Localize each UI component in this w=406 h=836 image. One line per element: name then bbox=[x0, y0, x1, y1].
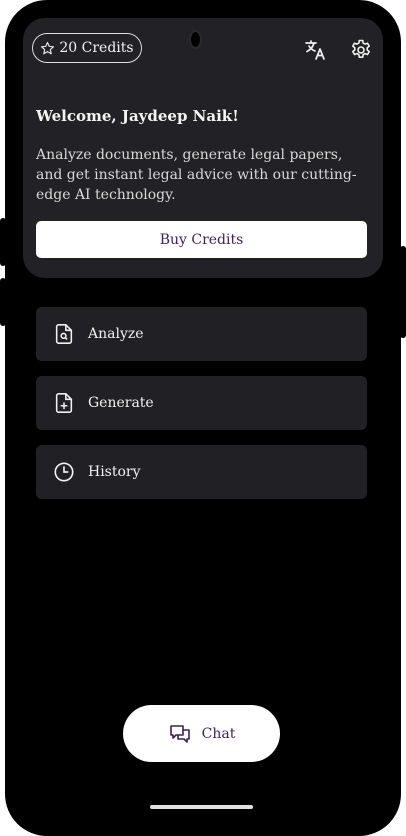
front-camera bbox=[189, 30, 202, 49]
credits-badge[interactable]: 20 Credits bbox=[32, 33, 142, 63]
menu-item-label: History bbox=[88, 464, 141, 480]
document-search-icon bbox=[55, 324, 73, 344]
welcome-heading: Welcome, Jaydeep Naik! bbox=[36, 107, 239, 125]
buy-credits-button[interactable]: Buy Credits bbox=[36, 221, 367, 258]
chat-label: Chat bbox=[201, 725, 236, 742]
home-indicator[interactable] bbox=[150, 805, 253, 809]
menu-item-label: Generate bbox=[88, 395, 154, 411]
chat-button[interactable]: Chat bbox=[123, 705, 280, 762]
phone-frame: 20 Credits Welcome, Jaydeep Naik! Analyz… bbox=[5, 0, 401, 836]
menu-item-label: Analyze bbox=[88, 326, 144, 342]
star-icon bbox=[41, 41, 55, 54]
credits-label: 20 Credits bbox=[59, 40, 134, 56]
app-screen: 20 Credits Welcome, Jaydeep Naik! Analyz… bbox=[5, 0, 401, 836]
welcome-description: Analyze documents, generate legal papers… bbox=[36, 147, 357, 203]
clock-icon bbox=[54, 462, 74, 482]
menu-item-generate[interactable]: Generate bbox=[36, 376, 367, 430]
settings-gear-icon[interactable] bbox=[349, 38, 373, 62]
document-add-icon bbox=[55, 393, 73, 413]
menu-item-analyze[interactable]: Analyze bbox=[36, 307, 367, 361]
buy-credits-label: Buy Credits bbox=[159, 231, 244, 248]
translate-icon[interactable] bbox=[303, 38, 327, 62]
menu-item-history[interactable]: History bbox=[36, 445, 367, 499]
chat-bubbles-icon bbox=[169, 724, 190, 743]
